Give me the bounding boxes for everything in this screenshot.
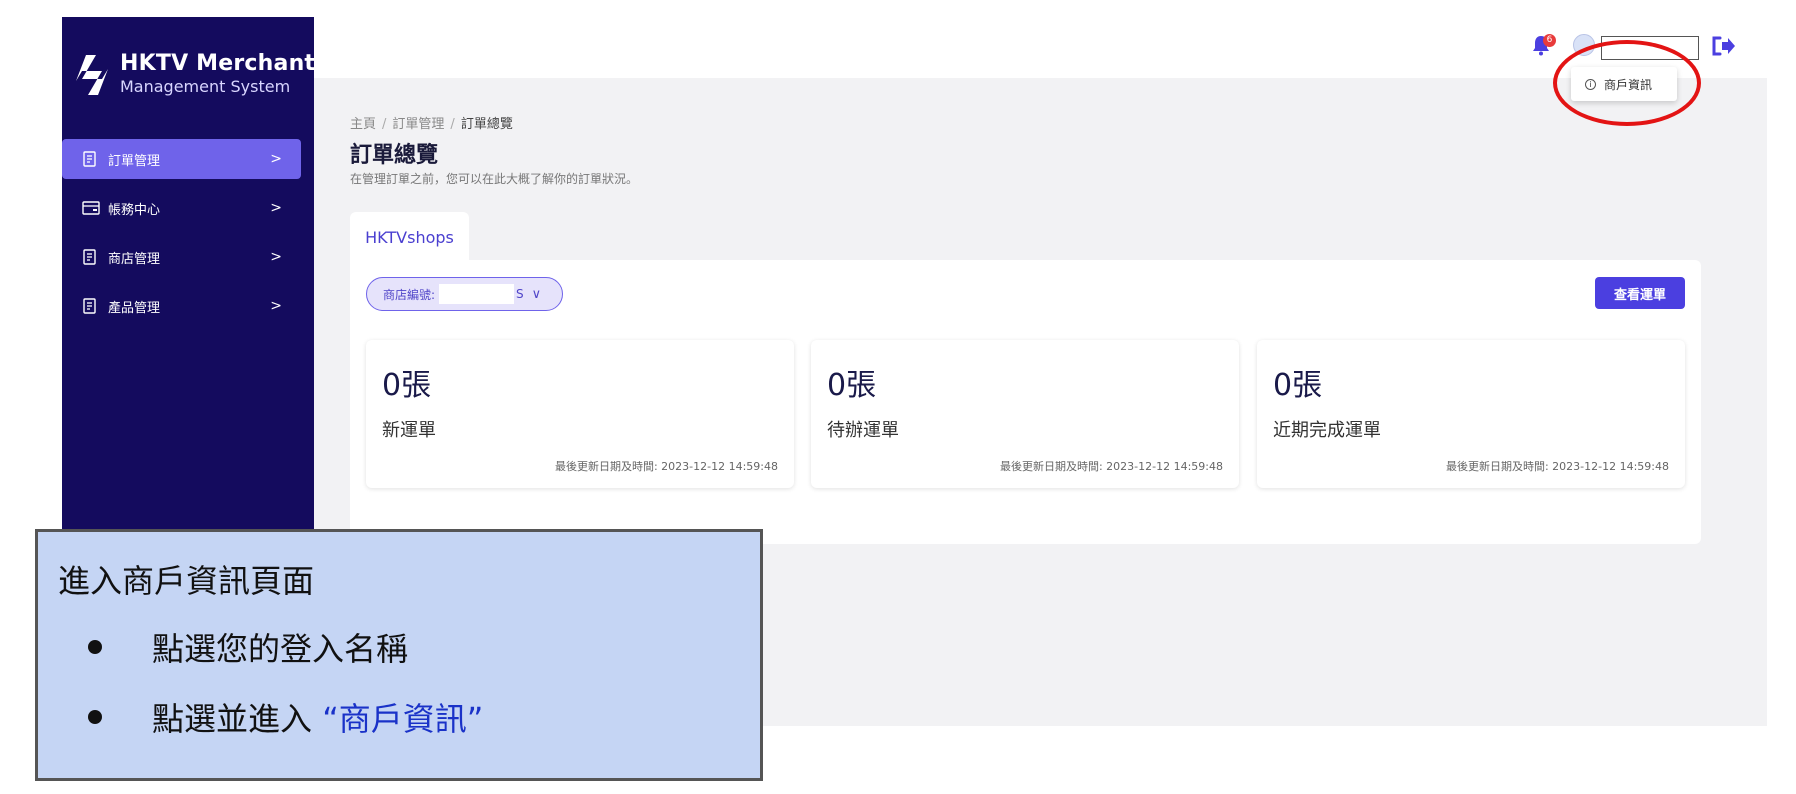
shop-select-label: 商店編號: (383, 287, 436, 302)
card-updated: 最後更新日期及時間: 2023-12-12 14:59:48 (554, 460, 778, 473)
sidebar: HKTV Merchant Management System 訂單管理 > 帳… (62, 17, 316, 537)
page: HKTV Merchant Management System 訂單管理 > 帳… (0, 0, 1796, 794)
sidebar-item-order-management[interactable]: 訂單管理 > (62, 139, 301, 179)
callout-bullet-text: 點選並進入 (152, 700, 323, 738)
sidebar-item-label: 產品管理 (108, 300, 161, 316)
logout-icon[interactable] (1710, 34, 1736, 58)
sidebar-item-product-management[interactable]: 產品管理 > (62, 286, 314, 326)
sidebar-nav: 訂單管理 > 帳務中心 > 商店管理 > 產品管理 > (62, 139, 314, 335)
page-description: 在管理訂單之前，您可以在此大概了解你的訂單狀況。 (350, 172, 639, 186)
bullet-dot (88, 640, 102, 654)
brand-logo[interactable]: HKTV Merchant Management System (72, 47, 316, 107)
card-count: 0張 (1273, 368, 1323, 403)
brand-subtitle: Management System (120, 77, 291, 96)
breadcrumb-order-management[interactable]: 訂單管理 (392, 117, 444, 132)
sidebar-item-shop-management[interactable]: 商店管理 > (62, 237, 314, 277)
callout-bullet-text: 點選您的登入名稱 (152, 630, 409, 668)
breadcrumb-current: 訂單總覽 (460, 117, 513, 132)
callout-bullet: 點選您的登入名稱 (88, 624, 408, 670)
chevron-down-icon: ∨ (531, 286, 542, 302)
hktv-logo-icon (76, 55, 108, 95)
breadcrumb: 主頁 / 訂單管理 / 訂單總覽 (350, 113, 513, 132)
card-count: 0張 (827, 368, 877, 403)
tab-hktvshops[interactable]: HKTVshops (350, 212, 469, 262)
completed-waybill-card[interactable]: 0張 近期完成運單 最後更新日期及時間: 2023-12-12 14:59:48 (1257, 340, 1685, 488)
pending-waybill-card[interactable]: 0張 待辦運單 最後更新日期及時間: 2023-12-12 14:59:48 (811, 340, 1239, 488)
callout-title: 進入商戶資訊頁面 (58, 562, 315, 600)
instruction-callout: 進入商戶資訊頁面 點選您的登入名稱 點選並進入 “商戶資訊” (35, 529, 763, 781)
document-icon (82, 298, 98, 314)
view-waybill-button[interactable]: 查看運單 (1595, 277, 1685, 309)
chevron-right-icon: > (270, 151, 282, 167)
order-overview-panel: 商店編號: S ∨ 查看運單 0張 新運單 最後更新日期及時間: 2023-12… (350, 260, 1701, 544)
sidebar-item-label: 帳務中心 (108, 202, 161, 218)
shop-id-tail: S (516, 287, 524, 301)
document-icon (82, 151, 98, 167)
notification-badge: 6 (1543, 34, 1556, 47)
breadcrumb-separator: / (450, 117, 455, 132)
breadcrumb-separator: / (382, 117, 387, 132)
shop-select-dropdown[interactable]: 商店編號: S ∨ (366, 277, 563, 311)
breadcrumb-home[interactable]: 主頁 (350, 117, 376, 132)
new-waybill-card[interactable]: 0張 新運單 最後更新日期及時間: 2023-12-12 14:59:48 (366, 340, 794, 488)
callout-bullet: 點選並進入 “商戶資訊” (88, 694, 483, 740)
sidebar-item-billing[interactable]: 帳務中心 > (62, 188, 314, 228)
chevron-right-icon: > (270, 298, 282, 314)
chevron-right-icon: > (270, 249, 282, 265)
bullet-dot (88, 710, 102, 724)
card-label: 待辦運單 (827, 420, 899, 441)
card-label: 新運單 (382, 420, 436, 441)
shop-id-redacted (439, 284, 515, 304)
callout-bullet-highlight: “商戶資訊” (322, 700, 484, 738)
highlight-circle (1553, 40, 1701, 126)
chevron-right-icon: > (270, 200, 282, 216)
sidebar-item-label: 訂單管理 (108, 153, 161, 169)
wallet-icon (82, 200, 100, 216)
card-label: 近期完成運單 (1273, 420, 1381, 441)
card-updated: 最後更新日期及時間: 2023-12-12 14:59:48 (999, 460, 1223, 473)
card-updated: 最後更新日期及時間: 2023-12-12 14:59:48 (1445, 460, 1669, 473)
document-icon (82, 249, 98, 265)
card-count: 0張 (382, 368, 432, 403)
page-title: 訂單總覽 (350, 143, 439, 168)
brand-title: HKTV Merchant (120, 51, 316, 76)
sidebar-item-label: 商店管理 (108, 251, 161, 267)
